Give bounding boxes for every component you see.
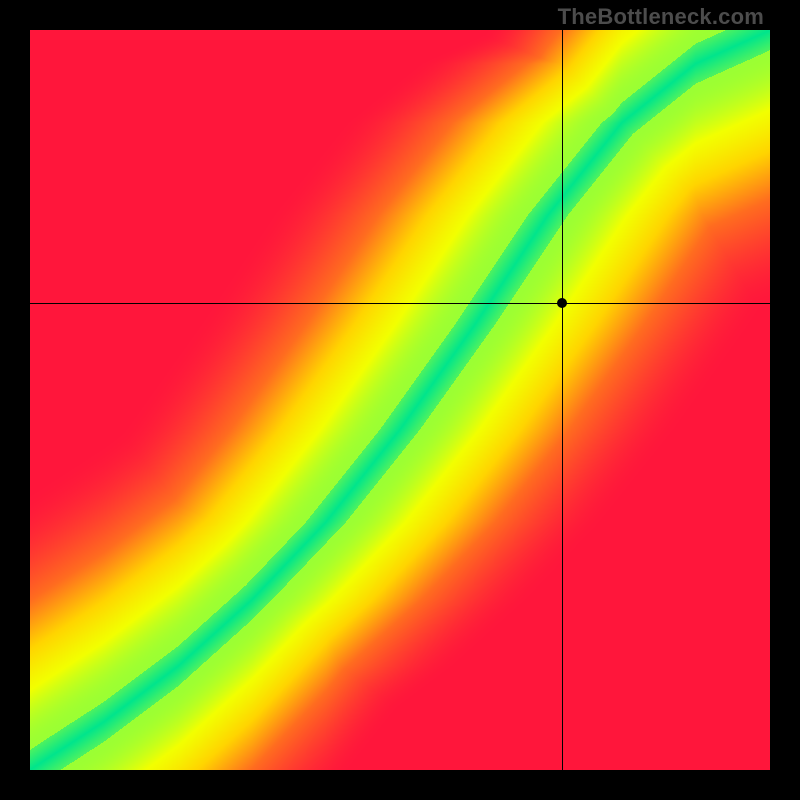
heatmap-canvas <box>30 30 770 770</box>
crosshair-horizontal <box>30 303 770 304</box>
crosshair-vertical <box>562 30 563 770</box>
crosshair-marker <box>557 298 567 308</box>
chart-frame: TheBottleneck.com <box>0 0 800 800</box>
watermark-text: TheBottleneck.com <box>558 4 764 30</box>
